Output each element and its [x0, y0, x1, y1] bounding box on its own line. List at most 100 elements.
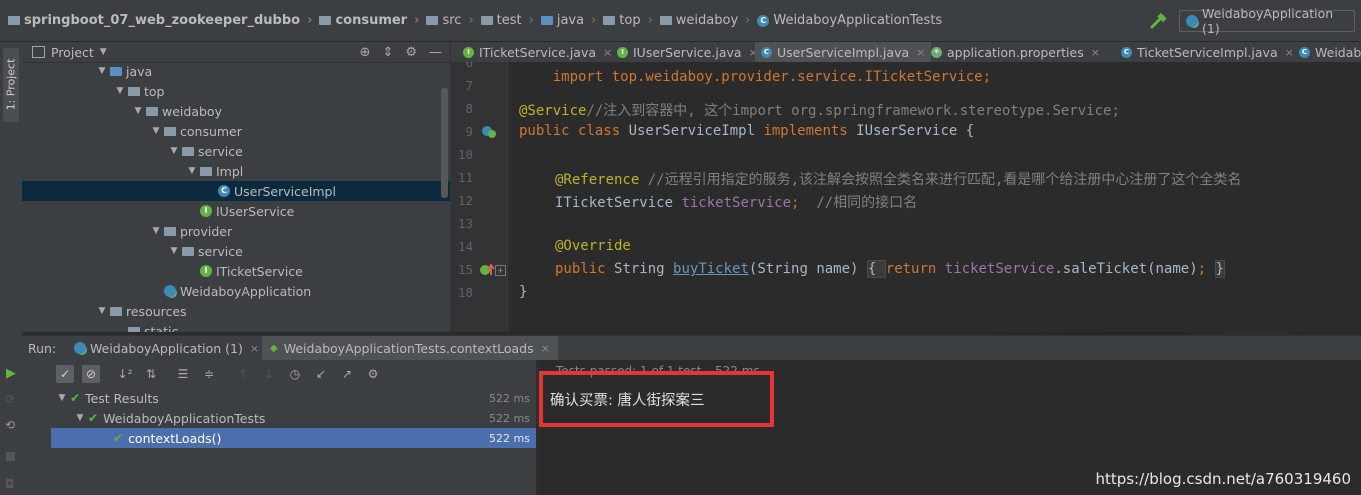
chevron-down-icon[interactable]: ▼	[74, 413, 86, 423]
tree-item-consumer[interactable]: ▼ consumer	[22, 121, 450, 141]
breadcrumb-project[interactable]: springboot_07_web_zookeeper_dubbo ›	[8, 13, 319, 28]
breadcrumb-top[interactable]: top ›	[603, 13, 660, 28]
tree-item-weidaboy[interactable]: ▼ weidaboy	[22, 101, 450, 121]
build-hammer-icon[interactable]	[1150, 13, 1168, 29]
chevron-down-icon[interactable]: ▼	[56, 393, 68, 403]
camera-icon[interactable]: ◘	[5, 477, 15, 491]
gear-icon[interactable]: ⚙	[405, 45, 417, 60]
sort-duration-icon[interactable]: ⇅	[142, 365, 160, 383]
import-tests-icon[interactable]: ↙	[312, 365, 330, 383]
stop-icon[interactable]	[6, 452, 15, 461]
expand-all-icon[interactable]: ☰	[174, 365, 192, 383]
code-line-8: @Service//注入到容器中, 这个import org.springfra…	[519, 100, 1120, 120]
code-token: import top.weidaboy.provider.service.ITi…	[552, 69, 992, 85]
console-output-line: 确认买票: 唐人街探案三	[550, 393, 705, 409]
close-icon[interactable]: ×	[1091, 46, 1100, 59]
test-class-row[interactable]: ▼ ✔ WeidaboyApplicationTests 522 ms	[22, 408, 536, 428]
chevron-down-icon[interactable]: ▼	[100, 47, 107, 57]
project-scrollbar[interactable]	[441, 88, 448, 198]
hide-panel-icon[interactable]: —	[429, 45, 442, 60]
tree-item-weidaboyapplication[interactable]: WeidaboyApplication	[22, 281, 450, 301]
tree-item-impl[interactable]: ▼ Impl	[22, 161, 450, 181]
tree-item-label: consumer	[180, 123, 242, 139]
chevron-down-icon[interactable]: ▼	[186, 166, 198, 176]
project-panel-title[interactable]: Project	[51, 45, 94, 60]
show-passed-icon[interactable]: ✓	[56, 365, 74, 383]
code-editor[interactable]: 6 7 8 9 10 11 12 13 14 15 18 + import to…	[451, 62, 1361, 332]
tree-item-resources[interactable]: ▼ resources	[22, 301, 450, 321]
export-icon[interactable]: ↗	[338, 365, 356, 383]
line-number: 7	[465, 78, 473, 93]
chevron-right-icon: ›	[745, 13, 751, 28]
editor-tab-4[interactable]: ⚘ application.properties ×	[925, 42, 1106, 62]
test-method-row[interactable]: ✔ contextLoads() 522 ms	[51, 428, 536, 448]
breadcrumb-test[interactable]: test ›	[480, 13, 541, 28]
rerun-icon[interactable]: ▶	[6, 366, 16, 381]
fold-toggle-icon[interactable]: +	[495, 265, 506, 276]
toggle-auto-test-icon[interactable]: ⟲	[5, 418, 15, 432]
close-icon[interactable]: ×	[250, 342, 259, 355]
chevron-down-icon[interactable]: ▼	[96, 306, 108, 316]
chevron-down-icon[interactable]: ▼	[168, 146, 180, 156]
code-line-14: @Override	[555, 238, 631, 254]
editor-tab-label: ITicketService.java	[479, 44, 597, 60]
tree-item-top[interactable]: ▼ top	[22, 81, 450, 101]
arrow-up-icon[interactable]: ↑	[234, 365, 252, 383]
close-icon[interactable]: ×	[541, 342, 550, 355]
gear-icon[interactable]: ⚙	[364, 365, 382, 383]
class-icon: C	[761, 46, 772, 58]
chevron-down-icon[interactable]: ▼	[96, 66, 108, 76]
folder-icon	[146, 106, 158, 116]
tree-item-userserviceimpl[interactable]: C UserServiceImpl	[22, 181, 450, 201]
editor-tab-3[interactable]: C UserServiceImpl.java ×	[755, 42, 932, 62]
implements-gutter-icon[interactable]	[481, 125, 497, 139]
collapse-all-icon[interactable]: ⇕	[382, 45, 393, 60]
folder-icon	[128, 86, 140, 96]
code-token: (String name)	[748, 261, 867, 277]
tree-item-provider[interactable]: ▼ provider	[22, 221, 450, 241]
editor-tab-5[interactable]: C TicketServiceImpl.java ×	[1115, 42, 1300, 62]
tree-item-java[interactable]: ▼ java	[22, 61, 450, 81]
test-results-root[interactable]: ▼ ✔ Test Results 522 ms	[22, 388, 536, 408]
chevron-down-icon[interactable]: ▼	[150, 126, 162, 136]
breadcrumb-java[interactable]: java ›	[540, 13, 603, 28]
editor-tab-6[interactable]: C Weidabo	[1293, 42, 1361, 62]
code-token: //远程引用指定的服务,该注解会按照全类名来进行匹配,看是哪个给注册中心注册了这…	[647, 172, 1242, 188]
tree-item-static[interactable]: static	[22, 321, 450, 332]
code-token: {	[866, 260, 886, 278]
collapse-all-icon[interactable]: ≑	[200, 365, 218, 383]
tree-item-iuserservice[interactable]: I IUserService	[22, 201, 450, 221]
tree-item-iticketservice[interactable]: I ITicketService	[22, 261, 450, 281]
chevron-down-icon[interactable]: ▼	[114, 86, 126, 96]
show-ignored-icon[interactable]: ⊘	[82, 365, 100, 383]
breadcrumb-file[interactable]: C WeidaboyApplicationTests	[757, 13, 942, 28]
breadcrumb-module[interactable]: consumer ›	[319, 13, 426, 28]
arrow-down-icon[interactable]: ↓	[260, 365, 278, 383]
folder-icon	[110, 66, 122, 76]
run-tab-application[interactable]: WeidaboyApplication (1) ×	[66, 336, 267, 360]
project-tool-tab-label: 1: Project	[4, 58, 18, 111]
chevron-down-icon[interactable]: ▼	[168, 246, 180, 256]
chevron-down-icon[interactable]: ▼	[150, 226, 162, 236]
history-clock-icon[interactable]: ◷	[286, 365, 304, 383]
editor-tab-2[interactable]: I IUserService.java ×	[611, 42, 764, 62]
close-icon[interactable]: ×	[916, 46, 925, 59]
override-gutter-icon[interactable]	[479, 263, 495, 277]
locate-target-icon[interactable]: ⊕	[360, 45, 371, 60]
line-number: 9	[465, 124, 473, 139]
tree-item-service[interactable]: ▼ service	[22, 241, 450, 261]
sort-alpha-icon[interactable]: ↓²	[116, 365, 134, 383]
breadcrumb-weidaboy[interactable]: weidaboy ›	[659, 13, 758, 28]
chevron-down-icon[interactable]: ▼	[132, 106, 144, 116]
breadcrumb-src[interactable]: src ›	[426, 13, 480, 28]
method-link[interactable]: buyTicket	[673, 261, 749, 277]
chevron-right-icon: ›	[591, 13, 597, 28]
run-configuration-select[interactable]: WeidaboyApplication (1)	[1179, 6, 1355, 36]
code-token: implements	[763, 123, 857, 139]
rerun-failed-icon[interactable]: ⟳	[5, 392, 15, 406]
editor-tab-1[interactable]: I ITicketService.java ×	[457, 42, 618, 62]
project-tool-tab[interactable]: 1: Project	[3, 48, 19, 122]
tree-item-service[interactable]: ▼ service	[22, 141, 450, 161]
run-tab-tests[interactable]: ◆ WeidaboyApplicationTests.contextLoads …	[262, 336, 558, 360]
passed-check-icon: ✔	[88, 411, 99, 425]
